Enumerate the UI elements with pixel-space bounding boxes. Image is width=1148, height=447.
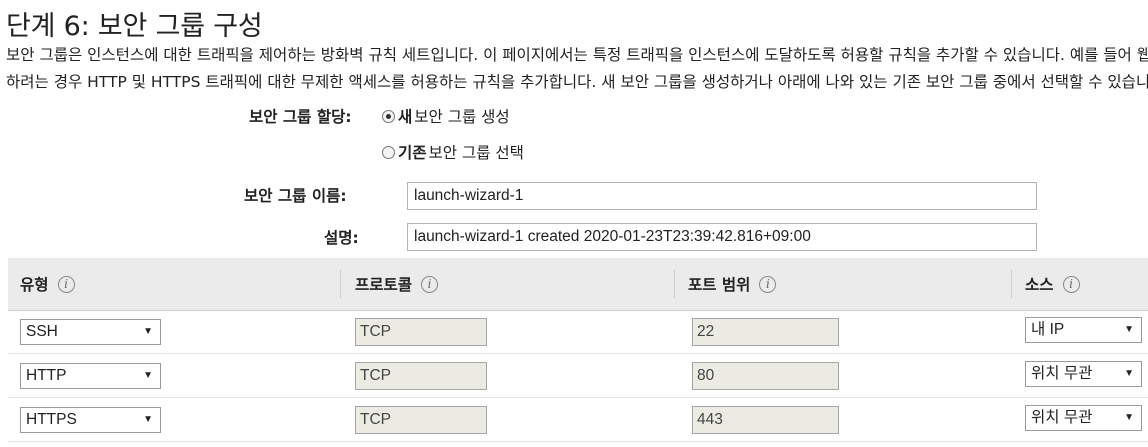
radio-select-existing-security-group[interactable]: 기존 보안 그룹 선택 xyxy=(382,141,524,163)
header-port-range: 포트 범위 i xyxy=(688,258,777,310)
row-divider xyxy=(8,353,1148,354)
description-line-2: 하려는 경우 HTTP 및 HTTPS 트래픽에 대한 무제한 액세스를 허용하… xyxy=(6,73,1148,91)
header-type-label: 유형 xyxy=(20,276,49,294)
radio-option-bold: 새 xyxy=(398,108,413,126)
type-select[interactable]: HTTPS ▼ xyxy=(20,407,161,433)
page-title: 단계 6: 보안 그룹 구성 xyxy=(6,11,263,42)
type-select-value: HTTP xyxy=(26,367,67,384)
assign-security-group-label: 보안 그룹 할당: xyxy=(249,108,352,126)
dropdown-arrow-icon: ▼ xyxy=(143,370,153,381)
radio-option-bold: 기존 xyxy=(398,144,427,162)
info-icon[interactable]: i xyxy=(57,275,75,293)
row-divider xyxy=(8,397,1148,398)
configure-security-group-page: 단계 6: 보안 그룹 구성 보안 그룹은 인스턴스에 대한 트래픽을 제어하는… xyxy=(0,0,1148,447)
dropdown-arrow-icon: ▼ xyxy=(1124,324,1134,335)
header-source: 소스 i xyxy=(1025,258,1080,310)
description-input[interactable]: launch-wizard-1 created 2020-01-23T23:39… xyxy=(407,223,1037,251)
dropdown-arrow-icon: ▼ xyxy=(143,326,153,337)
protocol-field: TCP xyxy=(355,362,487,390)
security-group-name-label: 보안 그룹 이름: xyxy=(244,187,347,205)
type-select-value: SSH xyxy=(26,323,58,340)
row-divider xyxy=(8,441,1148,442)
protocol-field: TCP xyxy=(355,318,487,346)
source-select-value: 위치 무관 xyxy=(1031,409,1093,426)
column-divider xyxy=(674,270,675,298)
dropdown-arrow-icon: ▼ xyxy=(143,414,153,425)
header-protocol-label: 프로토콜 xyxy=(355,276,413,294)
info-icon[interactable]: i xyxy=(1062,275,1080,293)
header-source-label: 소스 xyxy=(1025,276,1054,294)
description-label: 설명: xyxy=(324,229,359,247)
info-icon[interactable]: i xyxy=(421,275,439,293)
port-range-field: 22 xyxy=(692,318,839,346)
radio-selected-icon[interactable] xyxy=(382,109,395,123)
port-range-field: 80 xyxy=(692,362,839,390)
type-select[interactable]: SSH ▼ xyxy=(20,319,161,345)
port-range-field: 443 xyxy=(692,406,839,434)
description-line-1: 보안 그룹은 인스턴스에 대한 트래픽을 제어하는 방화벽 규칙 세트입니다. … xyxy=(6,46,1148,64)
radio-option-label: 보안 그룹 선택 xyxy=(428,144,524,162)
radio-option-label: 보안 그룹 생성 xyxy=(414,108,510,126)
dropdown-arrow-icon: ▼ xyxy=(1124,412,1134,423)
source-select[interactable]: 위치 무관 ▼ xyxy=(1025,405,1142,431)
info-icon[interactable]: i xyxy=(759,275,777,293)
header-protocol: 프로토콜 i xyxy=(355,258,439,310)
source-select[interactable]: 내 IP ▼ xyxy=(1025,317,1142,343)
type-select-value: HTTPS xyxy=(26,411,77,428)
source-select[interactable]: 위치 무관 ▼ xyxy=(1025,361,1142,387)
header-port-range-label: 포트 범위 xyxy=(688,276,751,294)
dropdown-arrow-icon: ▼ xyxy=(1124,368,1134,379)
header-type: 유형 i xyxy=(20,258,75,310)
column-divider xyxy=(1011,270,1012,298)
column-divider xyxy=(340,270,341,298)
source-select-value: 내 IP xyxy=(1031,321,1065,338)
radio-unselected-icon[interactable] xyxy=(382,145,395,159)
source-select-value: 위치 무관 xyxy=(1031,365,1093,382)
radio-create-new-security-group[interactable]: 새 보안 그룹 생성 xyxy=(382,105,510,127)
security-group-name-input[interactable]: launch-wizard-1 xyxy=(407,182,1037,210)
protocol-field: TCP xyxy=(355,406,487,434)
rules-table-header: 유형 i 프로토콜 i 포트 범위 i 소스 i xyxy=(8,258,1148,311)
type-select[interactable]: HTTP ▼ xyxy=(20,363,161,389)
